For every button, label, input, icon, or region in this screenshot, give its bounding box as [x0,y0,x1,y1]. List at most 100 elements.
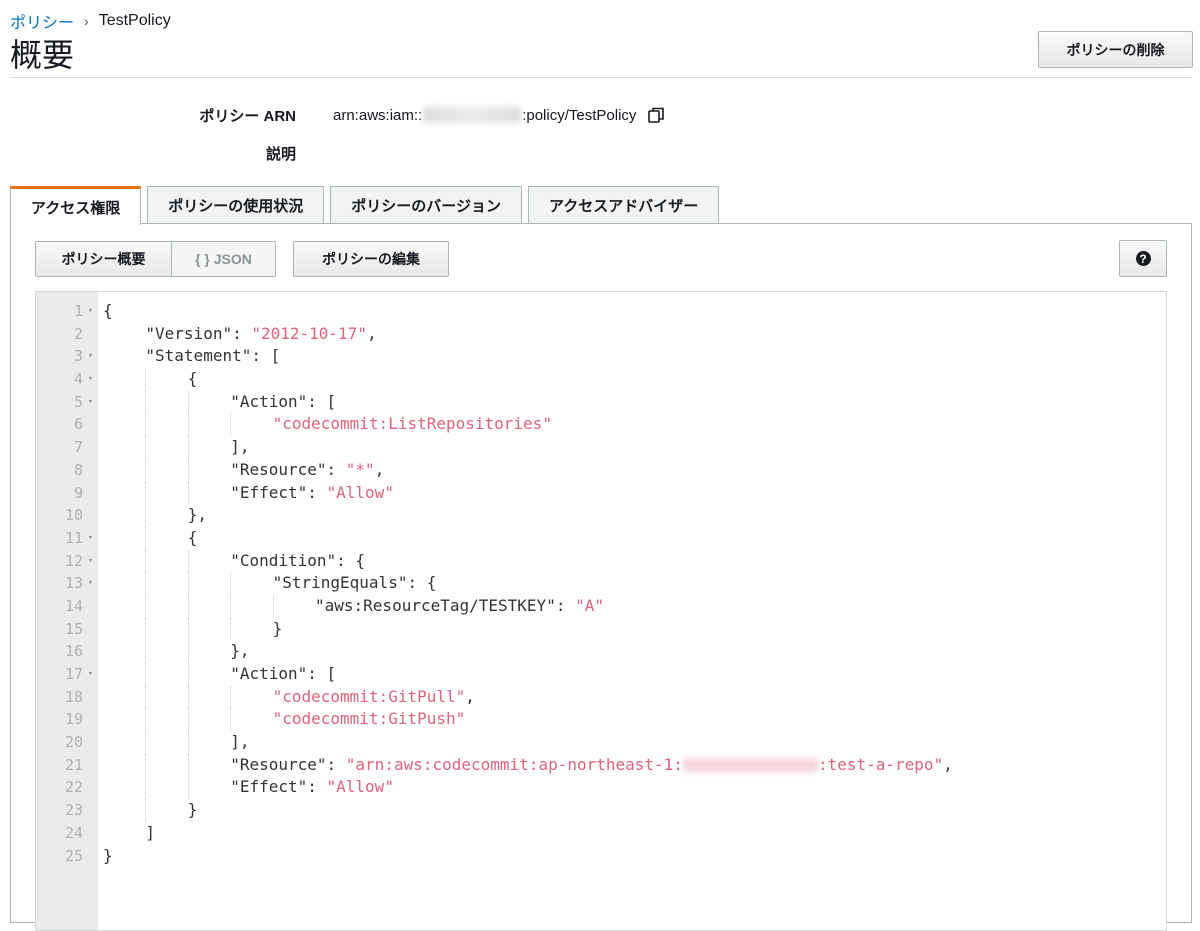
copy-icon[interactable] [646,105,666,125]
description-label: 説明 [265,146,296,163]
indent-guide [145,731,147,754]
indent-guide [187,458,189,482]
line-number: 4 [73,370,83,389]
code-line: 19 "codecommit:GitPush" [36,708,1166,732]
code-text: "codecommit:ListRepositories" [98,413,552,437]
json-token: "Resource": [230,754,346,774]
json-token: "StringEquals": { [272,573,437,593]
fold-arrow-icon[interactable]: ▾ [83,391,98,414]
help-button[interactable]: ? [1119,240,1167,277]
indent-guide [187,708,189,732]
redacted-account-id [682,758,818,773]
json-token: "aws:ResourceTag/TESTKEY": [315,595,576,615]
json-string: "Allow" [326,777,394,797]
indent-guide [145,685,147,709]
code-text: ] [98,822,155,845]
code-line: 12 ▾ "Condition": { [36,549,1166,573]
json-token: { [187,369,198,389]
indent-guide [145,526,147,550]
line-number: 6 [73,415,83,434]
indent-guide [187,685,189,709]
code-line: 16}, [36,640,1166,663]
indent-guide [187,753,189,777]
json-token: ] [145,822,156,842]
code-line: 9 "Effect": "Allow" [36,481,1166,505]
indent-guide [230,617,232,641]
code-text: }, [98,504,207,527]
line-number: 16 [64,642,83,661]
indent-guide [187,731,189,754]
line-number: 23 [64,801,83,820]
code-text: "Condition": { [98,549,366,573]
line-number: 5 [73,392,83,411]
indent-guide [145,572,147,595]
arn-suffix: :policy/TestPolicy [522,106,637,124]
code-lines: 1 ▾{2 "Version": "2012-10-17", 3 ▾ "Statement… [36,300,1166,867]
edit-policy-button[interactable]: ポリシーの編集 [293,241,449,277]
code-line: 8 "Resource": "*", [36,458,1166,482]
policy-summary-button[interactable]: ポリシー概要 [35,241,172,277]
indent-guide [145,663,147,686]
delete-policy-button[interactable]: ポリシーの削除 [1038,31,1193,68]
fold-arrow-icon[interactable]: ▾ [83,300,98,323]
code-line: 24] [36,822,1166,845]
indent-guide [187,640,189,663]
json-string: "codecommit:ListRepositories" [272,414,552,434]
json-token: , [465,686,475,706]
json-token: , [374,459,385,479]
line-number: 24 [64,823,83,842]
json-token: { [187,527,198,547]
redacted-account-id [423,107,522,123]
code-text: "aws:ResourceTag/TESTKEY": "A" [98,594,604,618]
json-editor[interactable]: 1 ▾{2 "Version": "2012-10-17", 3 ▾ "Statement… [35,291,1167,931]
indent-guide [187,617,189,641]
fold-arrow-icon[interactable]: ▾ [83,527,98,550]
json-token: ], [230,732,250,752]
code-text: "Effect": "Allow" [98,481,394,505]
line-number: 1 [73,302,83,320]
code-text: "StringEquals": { [98,572,436,595]
indent-guide [187,413,189,437]
tab-permissions[interactable]: アクセス権限 [10,186,142,225]
code-text: "codecommit:GitPush" [98,708,466,732]
line-number: 19 [64,710,83,729]
code-line: 13 ▾ "StringEquals": { [36,572,1166,595]
fold-arrow-icon[interactable]: ▾ [83,368,98,391]
policy-arn-label: ポリシー ARN [199,108,296,125]
indent-guide [230,413,232,437]
json-string: "*" [345,459,375,479]
fold-arrow-icon[interactable]: ▾ [83,572,98,595]
tab-policy-usage[interactable]: ポリシーの使用状況 [147,186,325,224]
json-string: "arn:aws:codecommit:ap-northeast-1: [345,754,683,774]
tab-access-advisor[interactable]: アクセスアドバイザー [527,186,720,224]
indent-guide [230,572,232,595]
line-number: 10 [64,506,83,525]
indent-guide [230,685,232,709]
chevron-right-icon: › [84,13,89,29]
view-toggle: ポリシー概要 { } JSON [35,241,276,277]
line-number: 20 [64,733,83,752]
fold-arrow-icon[interactable]: ▾ [83,550,98,573]
json-view-button[interactable]: { } JSON [172,241,276,277]
indent-guide [145,458,147,482]
line-number: 15 [64,619,83,638]
page-title: 概要 [10,36,75,74]
json-token: "Effect": [230,482,327,502]
tab-policy-versions[interactable]: ポリシーのバージョン [330,186,522,224]
json-string: "codecommit:GitPush" [272,709,466,729]
fold-arrow-icon[interactable]: ▾ [83,663,98,686]
fold-arrow-icon[interactable]: ▾ [83,345,98,368]
tab-bar: アクセス権限 ポリシーの使用状況 ポリシーのバージョン アクセスアドバイザー [10,186,725,225]
json-token: "Condition": { [230,550,366,570]
